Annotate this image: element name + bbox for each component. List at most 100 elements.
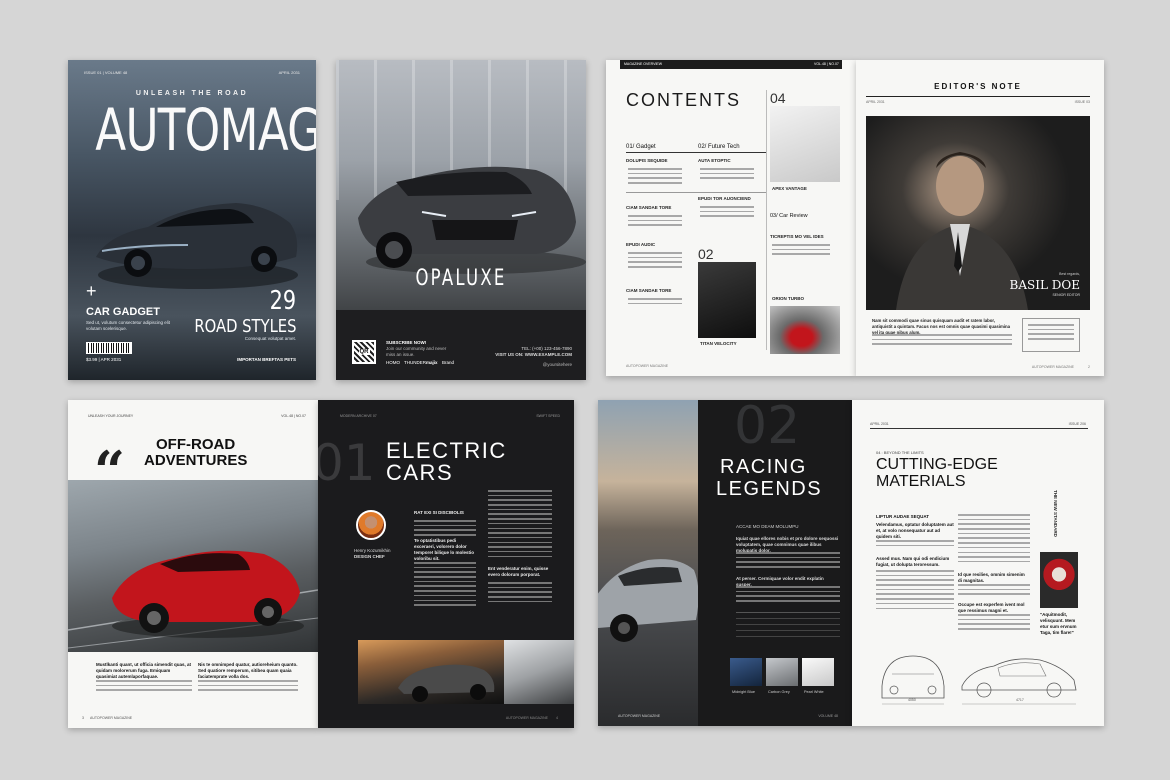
cutting-dim-1: 4050 <box>908 698 916 702</box>
plus-icon: + <box>86 281 97 301</box>
editor-note-page: EDITOR'S NOTE APRIL 2031 ISSUE 03 Best r… <box>856 60 1104 376</box>
contents-item-1: DOLUPIS SEQUIDE <box>626 158 668 163</box>
car-blueprint-side <box>961 658 1077 705</box>
cutting-sub: LIPTUR AUDAE SEQUAT <box>876 514 930 519</box>
cover-price: $3.99 | APR 2031 <box>86 357 122 362</box>
cover-title: AUTOMAG <box>95 96 316 164</box>
contents-item-7: TICREPTIS MO VEL IDES <box>770 234 824 239</box>
color-label-blue: Midnight Blue <box>732 690 756 694</box>
logo-1: HOMO <box>386 360 400 365</box>
contents-item-4: CIAM SANDAE TORE <box>626 288 672 293</box>
cutting-body-strong-4: Occupe est experfem ivent mol que ressim… <box>958 602 1025 614</box>
cutting-body-strong-2: Assed mus. Nam qui odi endicium fugiat, … <box>876 556 950 568</box>
contents-num-04: 04 <box>770 90 786 106</box>
silver-car-image <box>598 559 698 642</box>
electric-page-number: 4 <box>556 716 558 720</box>
cutting-title-1: CUTTING-EDGE <box>876 456 998 473</box>
editor-issue: ISSUE 03 <box>1074 100 1090 104</box>
color-swatch-blue <box>730 658 762 686</box>
cutting-quote: "Aquitmodit, velisquunt. Mem etur sum er… <box>1040 612 1077 636</box>
contents-thumb-dark-car <box>698 262 756 338</box>
electric-header-right: SWIFT SPEED <box>536 414 560 418</box>
cutting-issue: ISSUE 206 <box>1068 422 1086 426</box>
qr-label: QR <box>358 349 370 355</box>
offroad-title-1: OFF-ROAD <box>156 436 236 453</box>
car-blueprint-front <box>881 655 945 705</box>
editor-name: BASIL DOE <box>1009 278 1080 292</box>
social-handle: @yoursitehere <box>542 362 572 367</box>
editor-footer: AUTOPOWER MAGAZINE <box>1031 365 1074 369</box>
electric-number: 01 <box>318 434 376 492</box>
electric-col2-strong: Ent venderatur enim, quisse evero doloru… <box>488 566 549 578</box>
offroad-page: UNLEASH YOUR JOURNEY VOL.48 | NO.07 “ OF… <box>68 400 318 728</box>
sports-car-image <box>96 203 298 289</box>
suv-car-image <box>358 166 586 274</box>
racing-page-right: VOLUME 48 <box>818 714 838 718</box>
electric-page: MODERN ARCHIVE 07 SWIFT SPEED 01 ELECTRI… <box>318 400 574 728</box>
editor-role: SENIOR EDITOR <box>1052 293 1080 297</box>
contents-apex: APEX VANTAGE <box>772 186 807 191</box>
color-swatch-grey <box>766 658 798 686</box>
editor-lead: Nam sit commodi quae sinus quisquam audi… <box>872 318 1011 335</box>
color-swatch-white <box>802 658 834 686</box>
offroad-lead-2: Nis te omnimped quatur, autioreheium qua… <box>198 662 298 680</box>
electric-title-2: CARS <box>386 460 454 485</box>
contents-orion: ORION TURBO <box>772 296 804 301</box>
contents-header-right: VOL.48 | NO.07 <box>814 62 839 66</box>
logo-2: THUNDER <box>404 360 426 365</box>
contents-num-02: 02 <box>698 246 714 262</box>
offroad-footer: AUTOPOWER MAGAZINE <box>90 716 133 720</box>
racing-kicker: ACCAE MO DEAM MOLUMPU <box>736 524 799 529</box>
barcode <box>86 342 132 354</box>
contents-footer: AUTOPOWER MAGAZINE <box>626 364 669 368</box>
racing-number: 02 <box>734 400 801 456</box>
cutting-dim-2: 4717 <box>1016 698 1024 702</box>
cutting-title-2: MATERIALS <box>876 473 966 490</box>
racing-title-1: RACING <box>720 456 807 478</box>
offroad-title-2: ADVENTURES <box>144 452 248 469</box>
racing-spec-table <box>736 612 840 640</box>
cover-left-heading: CAR GADGET <box>86 306 160 318</box>
contents-thumb-white-car <box>770 106 840 182</box>
cutting-edge-page: APRIL 2031 ISSUE 206 04 : BEYOND THE LIM… <box>852 400 1104 726</box>
subscribe-text: Join our community and never miss an iss… <box>386 346 447 358</box>
cover-right-heading: ROAD STYLES <box>193 316 296 337</box>
contents-header-left: MAGAZINE OVERVIEW <box>624 62 663 66</box>
cutting-date: APRIL 2031 <box>870 422 889 426</box>
offroad-header-left: UNLEASH YOUR JOURNEY <box>88 414 134 418</box>
contents-title: CONTENTS <box>626 90 741 110</box>
editor-title: EDITOR'S NOTE <box>934 82 1022 91</box>
chef-avatar <box>356 510 386 540</box>
cutting-body-strong: Velendamus, optatur doluptatem aut et, a… <box>876 522 954 540</box>
cover-left-text: Sed ut, volutum consectetur adipiscing e… <box>86 320 171 332</box>
cover-automag: ISSUE 01 | VOLUME 48 APRIL 2031 UNLEASH … <box>68 60 316 380</box>
contents-col2-title: 02/ Future Tech <box>698 144 740 150</box>
editor-best-regards: Best regards, <box>1059 272 1080 276</box>
color-label-white: Pearl White <box>804 690 824 694</box>
racing-page: 02 RACING LEGENDS ACCAE MO DEAM MOLUMPU … <box>598 400 852 726</box>
chef-role: DESIGN CHEF <box>354 554 385 559</box>
cutting-side-label: THE NEW STANDARD <box>1053 490 1058 537</box>
electric-kicker: RAT EXI SI DISCIBOLIS <box>414 510 464 515</box>
contents-col1-title: 01/ Gadget <box>626 144 656 150</box>
electric-header-left: MODERN ARCHIVE 07 <box>340 414 377 418</box>
racer-portrait <box>1040 552 1078 608</box>
editor-date: APRIL 2031 <box>866 100 885 104</box>
color-label-grey: Carbon Grey <box>768 690 790 694</box>
cover-right-footer: IMPORTAN BREFTAS PETS <box>237 357 296 362</box>
contents-titan: TITAN VELOCITY <box>700 341 737 346</box>
cutting-kicker: 04 : BEYOND THE LIMITS <box>876 450 924 455</box>
visit-text: VISIT US ON: WWW.EXAMPLE.COM <box>495 352 572 357</box>
editor-page-number: 2 <box>1088 365 1090 369</box>
cover-date: APRIL 2031 <box>278 70 300 75</box>
cover-number: 29 <box>269 286 296 316</box>
logo-3: majix <box>426 360 438 365</box>
cover-opaluxe: OPALUXE QR SUBSCRIBE NOW! Join our commu… <box>336 60 586 380</box>
contents-page: MAGAZINE OVERVIEW VOL.48 | NO.07 CONTENT… <box>606 60 856 376</box>
contents-col3-title: 03/ Car Review <box>770 213 808 219</box>
offroad-lead-1: Mustlkanti quant, ut officia simendit qu… <box>96 662 192 680</box>
cover-issue: ISSUE 01 | VOLUME 48 <box>84 70 128 75</box>
electric-car-image <box>398 664 495 702</box>
contents-item-2: CIAM SANDAE TORE <box>626 205 672 210</box>
electric-body-strong: Te optatistibus pedi exceraeri, volorero… <box>414 538 475 562</box>
